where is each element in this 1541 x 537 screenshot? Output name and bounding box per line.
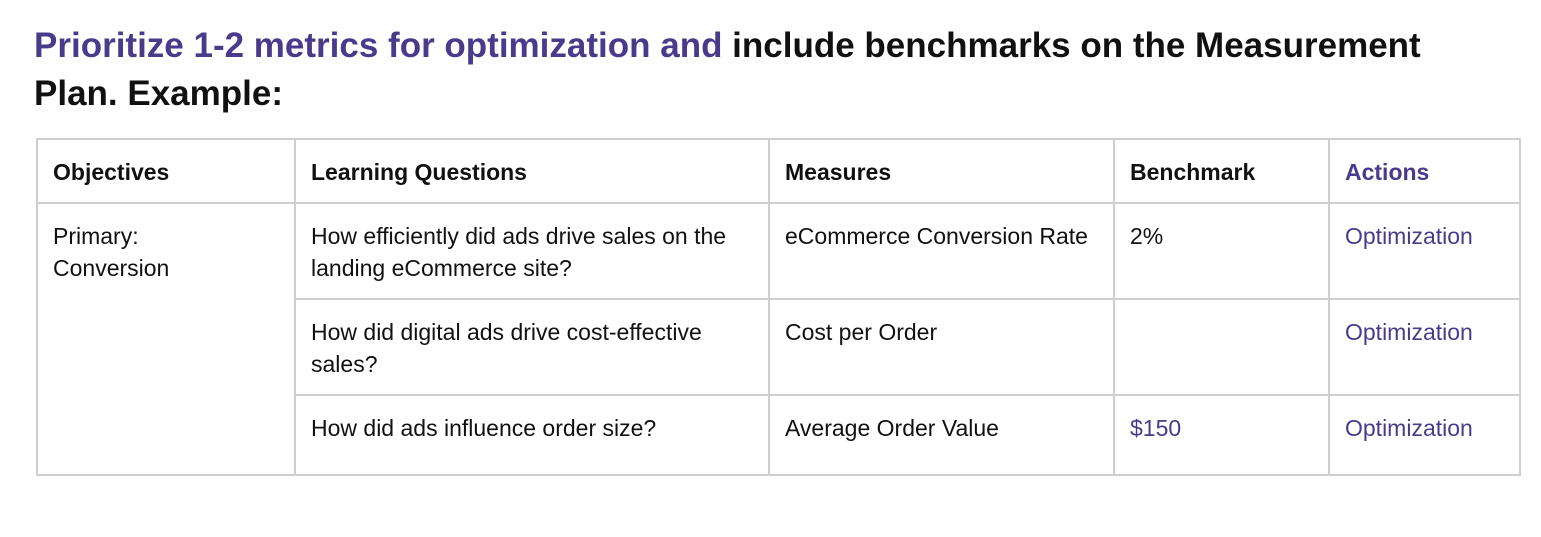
objective-label: Primary: bbox=[53, 223, 139, 249]
benchmark bbox=[1113, 298, 1330, 396]
action: Optimization bbox=[1328, 298, 1521, 396]
measure: Average Order Value bbox=[768, 394, 1115, 476]
header-measures: Measures bbox=[768, 138, 1115, 204]
objective-value: Conversion bbox=[53, 255, 170, 281]
benchmark: $150 bbox=[1113, 394, 1330, 476]
learning-question: How did ads influence order size? bbox=[294, 394, 770, 476]
benchmark: 2% bbox=[1113, 202, 1330, 300]
objective-cell: Primary: Conversion bbox=[36, 202, 296, 476]
page-title: Prioritize 1-2 metrics for optimization … bbox=[34, 22, 1494, 118]
header-objectives: Objectives bbox=[36, 138, 296, 204]
measurement-plan-table: Objectives Learning Questions Measures B… bbox=[36, 138, 1521, 476]
action: Optimization bbox=[1328, 394, 1521, 476]
header-learning-questions: Learning Questions bbox=[294, 138, 770, 204]
learning-question: How efficiently did ads drive sales on t… bbox=[294, 202, 770, 300]
title-highlight: Prioritize 1-2 metrics for optimization … bbox=[34, 26, 723, 65]
action: Optimization bbox=[1328, 202, 1521, 300]
measure: eCommerce Conversion Rate bbox=[768, 202, 1115, 300]
table-header-row: Objectives Learning Questions Measures B… bbox=[36, 138, 1521, 204]
header-benchmark: Benchmark bbox=[1113, 138, 1330, 204]
header-actions: Actions bbox=[1328, 138, 1521, 204]
learning-question: How did digital ads drive cost-effective… bbox=[294, 298, 770, 396]
measure: Cost per Order bbox=[768, 298, 1115, 396]
table-row: Primary: Conversion How efficiently did … bbox=[36, 202, 1521, 476]
